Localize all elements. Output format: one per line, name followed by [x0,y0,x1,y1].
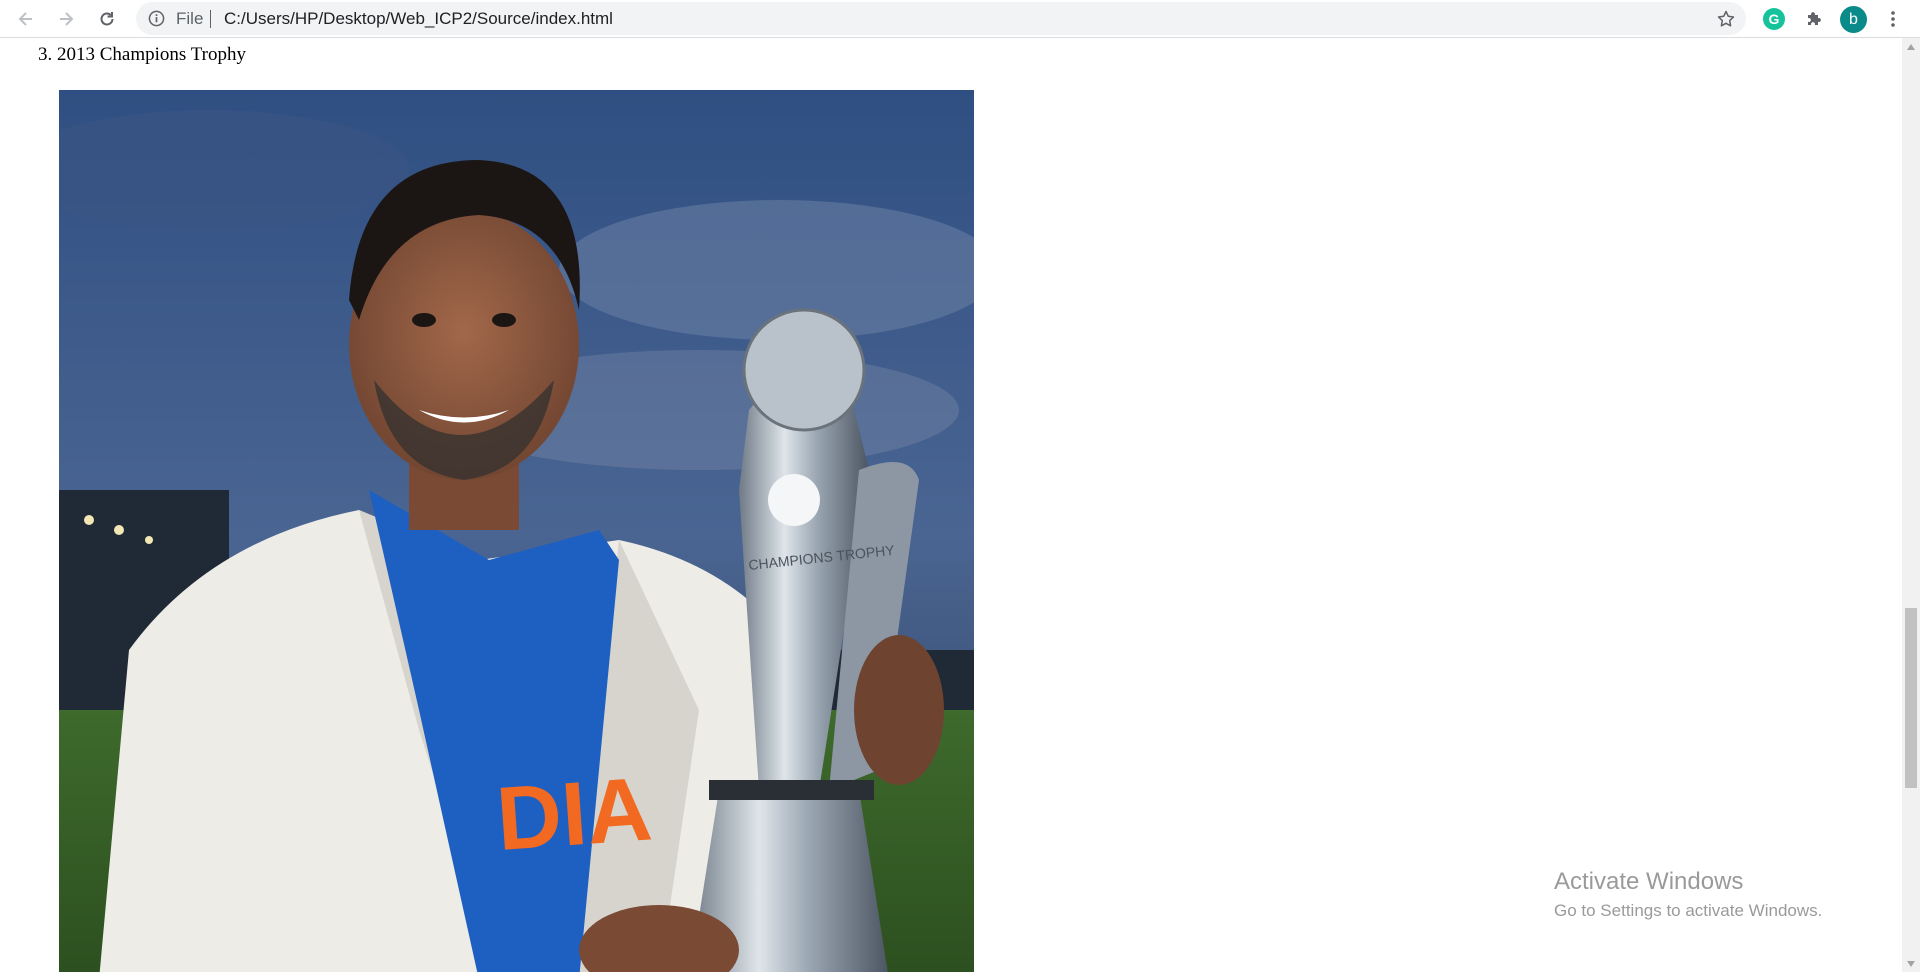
watermark-subtitle: Go to Settings to activate Windows. [1554,901,1823,920]
scrollbar-thumb[interactable] [1905,608,1917,788]
back-button[interactable] [12,5,40,33]
forward-icon [60,12,74,26]
scroll-up-button[interactable] [1902,38,1920,55]
omnibox-separator [210,10,211,28]
photo-illustration: DIA CHAMPIONS TROPHY [59,90,974,972]
scroll-up-arrow-icon [1907,43,1915,50]
profile-avatar[interactable]: b [1840,6,1867,33]
kebab-menu-icon [1891,11,1895,27]
back-icon [18,12,32,26]
url-text[interactable]: C:/Users/HP/Desktop/Web_ICP2/Source/inde… [224,9,613,29]
scheme-label: File [176,9,204,28]
extensions-button[interactable] [1800,5,1828,33]
scroll-down-arrow-icon [1907,960,1915,967]
scroll-down-button[interactable] [1902,955,1920,972]
jersey-text: DIA [493,759,655,870]
reload-icon [100,12,114,26]
forward-button[interactable] [52,5,80,33]
browser-menu-button[interactable] [1881,5,1905,33]
grammarly-extension-button[interactable]: G [1763,8,1785,30]
address-bar[interactable]: File C:/Users/HP/Desktop/Web_ICP2/Source… [136,2,1746,35]
avatar-initial: b [1849,10,1858,28]
windows-activation-watermark: Activate Windows Go to Settings to activ… [1554,868,1822,922]
list-item-champions-trophy: 3. 2013 Champions Trophy [38,44,246,65]
star-icon[interactable] [1716,9,1736,29]
page-scrollbar[interactable] [1902,38,1920,972]
reload-button[interactable] [93,5,121,33]
browser-toolbar: File C:/Users/HP/Desktop/Web_ICP2/Source… [0,0,1920,38]
champions-trophy-photo: DIA CHAMPIONS TROPHY [59,90,974,972]
info-icon[interactable] [148,10,165,27]
watermark-title: Activate Windows [1554,868,1744,895]
puzzle-icon [1808,12,1821,25]
page-content: 3. 2013 Champions Trophy DIA CHAMPIONS T… [0,38,1902,972]
grammarly-icon: G [1768,11,1780,27]
